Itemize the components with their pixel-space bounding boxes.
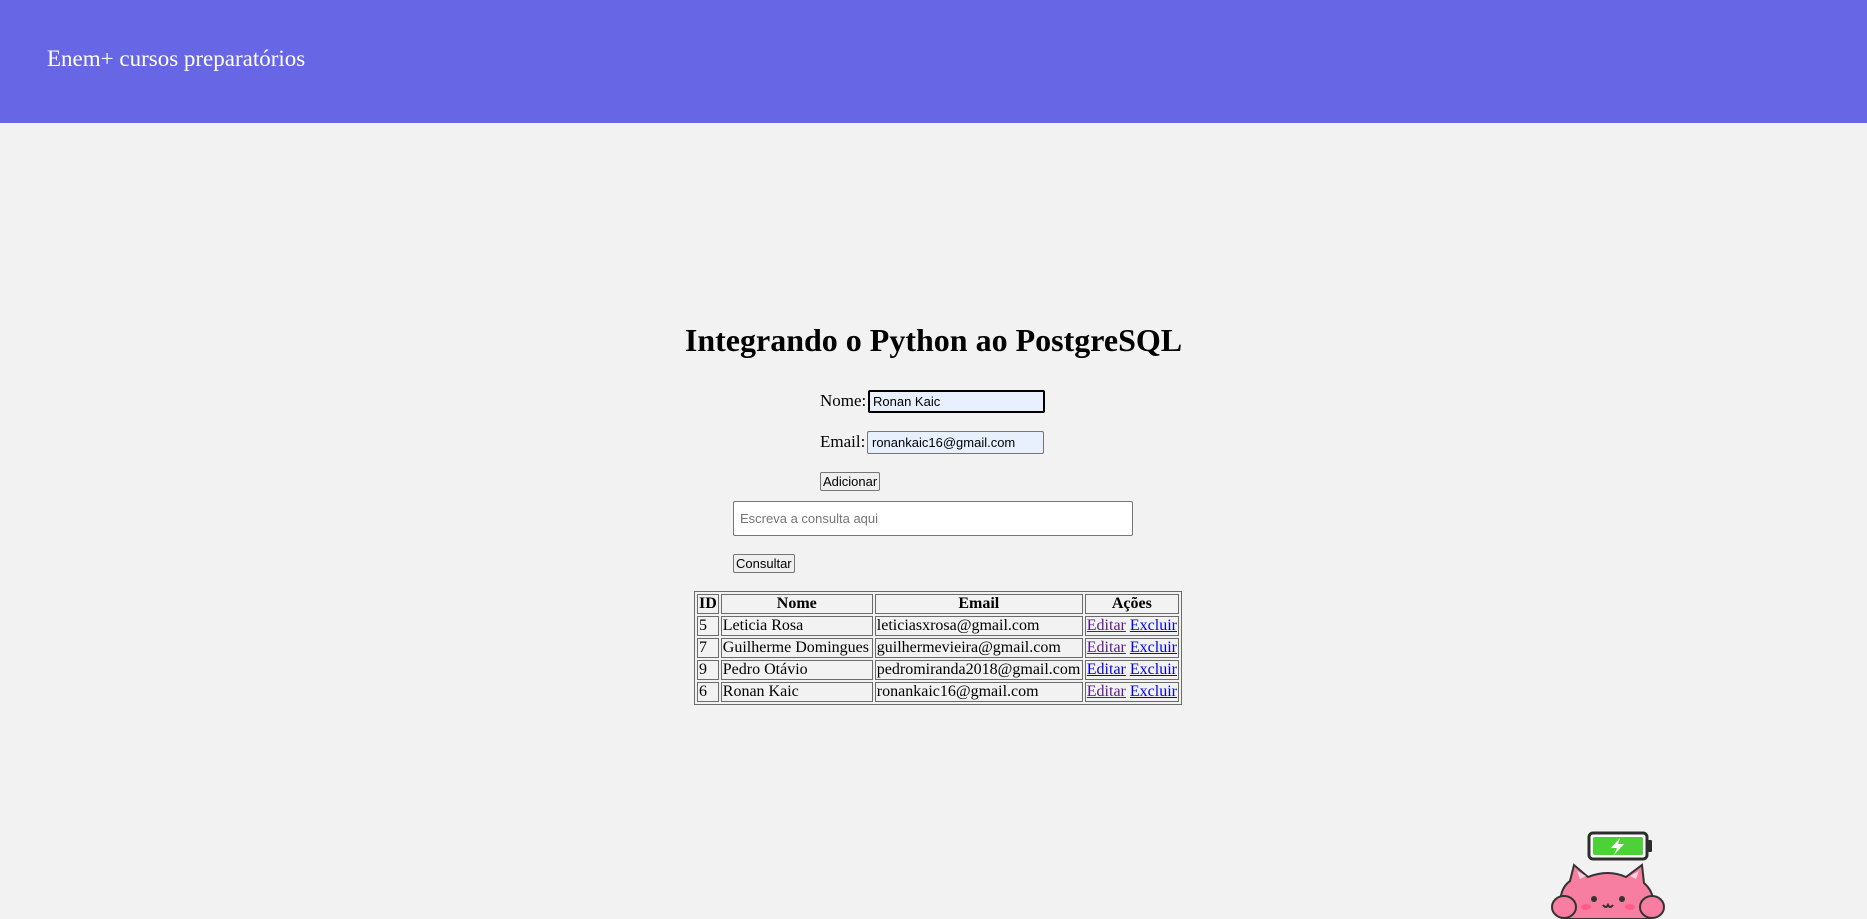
cell-email: leticiasxrosa@gmail.com bbox=[874, 616, 1083, 636]
cell-id: 7 bbox=[697, 638, 719, 658]
edit-link[interactable]: Editar bbox=[1087, 639, 1126, 656]
delete-link[interactable]: Excluir bbox=[1130, 683, 1177, 700]
table-row: 9 Pedro Otávio pedromiranda2018@gmail.co… bbox=[697, 660, 1179, 680]
column-header-acoes: Ações bbox=[1084, 594, 1179, 614]
query-button[interactable]: Consultar bbox=[733, 554, 795, 573]
brand-title: Enem+ cursos preparatórios bbox=[47, 46, 306, 71]
email-label: Email: bbox=[820, 432, 866, 451]
cell-actions: Editar Excluir bbox=[1084, 638, 1179, 658]
edit-link[interactable]: Editar bbox=[1087, 683, 1126, 700]
cell-id: 6 bbox=[697, 682, 719, 702]
cell-id: 5 bbox=[697, 616, 719, 636]
column-header-email: Email bbox=[874, 594, 1083, 614]
column-header-id: ID bbox=[697, 594, 719, 614]
cell-actions: Editar Excluir bbox=[1084, 660, 1179, 680]
table-row: 7 Guilherme Domingues guilhermevieira@gm… bbox=[697, 638, 1179, 658]
top-header: Enem+ cursos preparatórios bbox=[0, 0, 1867, 123]
cell-email: pedromiranda2018@gmail.com bbox=[874, 660, 1083, 680]
cell-email: guilhermevieira@gmail.com bbox=[874, 638, 1083, 658]
nome-input[interactable] bbox=[868, 390, 1045, 413]
edit-link[interactable]: Editar bbox=[1087, 661, 1126, 678]
cell-actions: Editar Excluir bbox=[1084, 616, 1179, 636]
cell-nome: Leticia Rosa bbox=[720, 616, 873, 636]
users-table: ID Nome Email Ações 5 Leticia Rosa letic… bbox=[694, 591, 1182, 705]
query-input[interactable] bbox=[733, 501, 1133, 536]
cell-id: 9 bbox=[697, 660, 719, 680]
cell-nome: Pedro Otávio bbox=[720, 660, 873, 680]
email-input[interactable] bbox=[867, 431, 1044, 454]
add-button[interactable]: Adicionar bbox=[820, 472, 881, 491]
table-header-row: ID Nome Email Ações bbox=[697, 594, 1179, 614]
column-header-nome: Nome bbox=[720, 594, 873, 614]
cell-email: ronankaic16@gmail.com bbox=[874, 682, 1083, 702]
cell-actions: Editar Excluir bbox=[1084, 682, 1179, 702]
cell-nome: Ronan Kaic bbox=[720, 682, 873, 702]
cell-nome: Guilherme Domingues bbox=[720, 638, 873, 658]
delete-link[interactable]: Excluir bbox=[1130, 661, 1177, 678]
delete-link[interactable]: Excluir bbox=[1130, 617, 1177, 634]
nome-label: Nome: bbox=[820, 391, 867, 410]
table-row: 6 Ronan Kaic ronankaic16@gmail.com Edita… bbox=[697, 682, 1179, 702]
page-title: Integrando o Python ao PostgreSQL bbox=[684, 322, 1183, 358]
edit-link[interactable]: Editar bbox=[1087, 617, 1126, 634]
table-row: 5 Leticia Rosa leticiasxrosa@gmail.com E… bbox=[697, 616, 1179, 636]
delete-link[interactable]: Excluir bbox=[1130, 639, 1177, 656]
pink-cat-battery-icon bbox=[1551, 831, 1665, 919]
